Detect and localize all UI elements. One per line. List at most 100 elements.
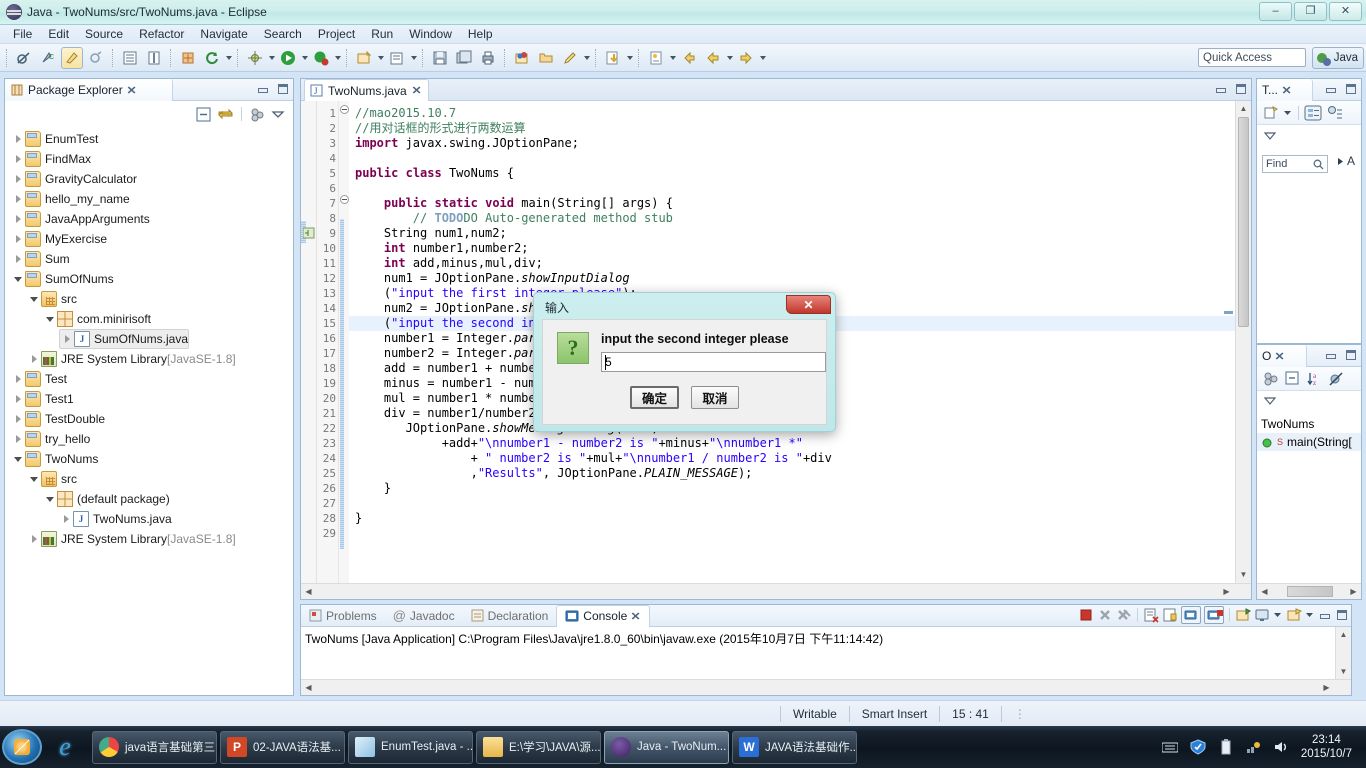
code-line[interactable]: public class TwoNums { (355, 166, 1251, 181)
find-input[interactable]: Find (1262, 155, 1328, 173)
expand-arrow-icon[interactable] (43, 497, 57, 502)
back-history-icon[interactable] (678, 47, 700, 69)
scheduled-presentation-icon[interactable] (1327, 105, 1343, 121)
toggle-block-selection-icon[interactable] (143, 47, 165, 69)
terminate-icon[interactable] (1078, 607, 1094, 623)
menu-refactor[interactable]: Refactor (131, 26, 192, 42)
perspective-java-button[interactable]: Java (1311, 47, 1364, 69)
maximize-view-icon[interactable] (276, 82, 290, 96)
new-java-class-icon[interactable] (61, 46, 83, 69)
collapse-all-icon[interactable] (1285, 371, 1300, 386)
scroll-right-arrow[interactable]: ▶ (1346, 584, 1361, 599)
collapse-arrow-icon[interactable] (27, 355, 41, 363)
console-body[interactable]: TwoNums [Java Application] C:\Program Fi… (301, 627, 1351, 695)
input-dialog[interactable]: 输入 ✕ ? input the second integer please 5… (533, 292, 836, 432)
status-resize-grip[interactable]: ⋮ (1000, 705, 1038, 722)
toggle-mark-occurrences-icon[interactable]: C (37, 47, 59, 69)
remove-all-launches-icon[interactable] (1116, 607, 1132, 623)
scroll-left-arrow[interactable]: ◀ (1257, 584, 1272, 599)
tree-item[interactable]: Test (5, 369, 293, 389)
code-line[interactable]: num1 = JOptionPane.showInputDialog (355, 271, 1251, 286)
scroll-left-arrow[interactable]: ◀ (301, 584, 316, 599)
tree-item[interactable]: TwoNums (5, 449, 293, 469)
display-selected-console-icon[interactable] (1254, 607, 1270, 623)
open-folder-icon[interactable] (535, 47, 557, 69)
tab-outline[interactable]: O ✕ (1257, 345, 1307, 367)
debug-icon[interactable] (244, 47, 266, 69)
import-icon[interactable] (602, 47, 624, 69)
tree-item[interactable]: EnumTest (5, 129, 293, 149)
maximize-view-icon[interactable] (1335, 608, 1349, 622)
tree-item[interactable]: FindMax (5, 149, 293, 169)
code-line[interactable] (355, 151, 1251, 166)
editor-horizontal-scrollbar[interactable]: ◀ ▶ (301, 583, 1251, 599)
menu-run[interactable]: Run (363, 26, 401, 42)
skip-breakpoints-icon[interactable] (85, 47, 107, 69)
collapse-arrow-icon[interactable] (27, 535, 41, 543)
scroll-up-arrow[interactable]: ▲ (1336, 627, 1351, 642)
sort-icon[interactable]: az (1306, 371, 1322, 387)
save-all-icon[interactable] (453, 47, 475, 69)
menu-file[interactable]: File (5, 26, 40, 42)
minimize-view-icon[interactable] (256, 82, 270, 96)
taskbar-button[interactable]: E:\学习\JAVA\源... (476, 730, 601, 764)
search-ref-caret[interactable] (668, 47, 677, 69)
new-package-icon[interactable] (386, 47, 408, 69)
tab-problems[interactable]: Problems (301, 605, 385, 627)
refresh-dropdown-caret[interactable] (224, 47, 233, 69)
taskbar-button[interactable]: P 02-JAVA语法基... (220, 730, 345, 764)
collapse-arrow-icon[interactable] (11, 395, 25, 403)
close-icon[interactable]: ✕ (1282, 84, 1292, 97)
debug-dropdown-caret[interactable] (267, 47, 276, 69)
close-icon[interactable]: ✕ (126, 84, 136, 97)
new-wizard-icon[interactable] (511, 47, 533, 69)
taskbar-button[interactable]: Java - TwoNum... (604, 730, 729, 764)
show-console-on-output-icon[interactable] (1181, 606, 1201, 624)
forward-icon[interactable] (735, 47, 757, 69)
scroll-right-arrow[interactable]: ▶ (1319, 680, 1334, 695)
menu-search[interactable]: Search (256, 26, 310, 42)
code-line[interactable]: String num1,num2; (355, 226, 1251, 241)
collapse-all-icon[interactable] (195, 106, 212, 123)
scroll-up-arrow[interactable]: ▲ (1236, 101, 1251, 116)
taskbar-button[interactable]: EnumTest.java - ... (348, 730, 473, 764)
quicklaunch-internet-explorer[interactable]: e (48, 730, 82, 764)
external-tools-caret[interactable] (333, 47, 342, 69)
show-console-on-error-icon[interactable] (1204, 606, 1224, 624)
editor-marker-column[interactable] (301, 101, 317, 599)
new-project-caret[interactable] (376, 47, 385, 69)
print-icon[interactable] (477, 47, 499, 69)
dialog-ok-button[interactable]: 确定 (629, 386, 679, 409)
maximize-view-icon[interactable] (1344, 348, 1358, 362)
menu-edit[interactable]: Edit (40, 26, 77, 42)
taskbar-button[interactable]: java语言基础第三... (92, 730, 217, 764)
scroll-right-arrow[interactable]: ▶ (1219, 584, 1234, 599)
keyboard-layout-icon[interactable] (1161, 738, 1179, 756)
maximize-view-icon[interactable] (1344, 82, 1358, 96)
tree-item[interactable]: SumOfNums (5, 269, 293, 289)
expand-arrow-icon[interactable] (1336, 156, 1345, 167)
collapse-arrow-icon[interactable] (11, 435, 25, 443)
hide-fields-icon[interactable] (1328, 371, 1344, 387)
taskbar-button[interactable]: W JAVA语法基础作... (732, 730, 857, 764)
start-button[interactable] (2, 729, 42, 765)
minimize-button[interactable]: – (1259, 2, 1292, 21)
tree-item[interactable]: J TwoNums.java (5, 509, 293, 529)
code-line[interactable]: import javax.swing.JOptionPane; (355, 136, 1251, 151)
tree-item[interactable]: hello_my_name (5, 189, 293, 209)
code-line[interactable]: int number1,number2; (355, 241, 1251, 256)
new-package-caret[interactable] (409, 47, 418, 69)
outline-item-method[interactable]: S main(String[ (1257, 433, 1361, 451)
tree-item[interactable]: JavaAppArguments (5, 209, 293, 229)
close-icon[interactable]: ✕ (1275, 350, 1285, 363)
collapse-arrow-icon[interactable] (11, 375, 25, 383)
taskbar-clock[interactable]: 23:14 2015/10/7 (1301, 733, 1358, 761)
forward-caret[interactable] (758, 47, 767, 69)
outline-hscrollbar[interactable]: ◀ ▶ (1257, 583, 1361, 599)
code-line[interactable] (355, 526, 1251, 541)
collapse-arrow-icon[interactable] (11, 135, 25, 143)
dialog-input-field[interactable]: 5 (601, 352, 826, 372)
code-line[interactable]: public static void main(String[] args) { (355, 196, 1251, 211)
expand-arrow-icon[interactable] (27, 477, 41, 482)
save-icon[interactable] (429, 47, 451, 69)
